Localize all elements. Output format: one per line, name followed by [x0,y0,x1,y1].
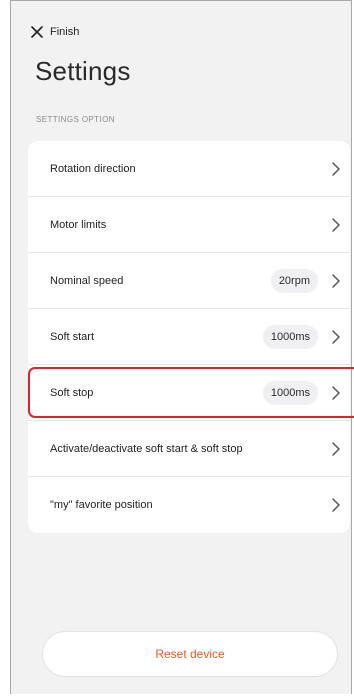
section-label: SETTINGS OPTION [36,115,115,124]
setting-value-badge: 20rpm [270,268,318,293]
setting-label: Soft stop [50,386,94,399]
setting-value-badge: 1000ms [262,324,318,349]
setting-row-nominal-speed[interactable]: Nominal speed 20rpm [28,253,350,309]
setting-label: Rotation direction [50,162,136,175]
setting-label: Nominal speed [50,274,124,287]
chevron-right-icon [332,441,340,456]
setting-row-soft-stop[interactable]: Soft stop 1000ms [28,365,354,421]
chevron-right-icon [332,217,340,232]
setting-row-soft-start[interactable]: Soft start 1000ms [28,309,350,365]
chevron-right-icon [332,498,340,512]
setting-row-favorite-position[interactable]: "my" favorite position [28,477,350,533]
finish-button[interactable]: Finish [31,26,79,38]
setting-label: Motor limits [50,218,107,231]
chevron-right-icon [332,385,340,400]
setting-row-activate-soft-start-stop[interactable]: Activate/deactivate soft start & soft st… [28,421,350,477]
settings-screen: Finish Settings SETTINGS OPTION Rotation… [10,0,354,694]
chevron-right-icon [332,161,340,176]
setting-row-rotation-direction[interactable]: Rotation direction [28,141,350,197]
setting-value-badge: 1000ms [262,380,318,405]
page-title: Settings [35,56,131,86]
settings-list: Rotation direction Motor limits Nominal … [28,141,354,533]
finish-label: Finish [50,26,80,38]
chevron-right-icon [332,273,340,288]
chevron-right-icon [332,329,340,344]
setting-label: Soft start [50,330,95,343]
reset-device-button[interactable]: Reset device [42,631,338,677]
setting-label: Activate/deactivate soft start & soft st… [50,442,243,455]
close-icon [31,26,43,38]
setting-row-motor-limits[interactable]: Motor limits [28,197,350,253]
setting-label: "my" favorite position [50,499,153,511]
